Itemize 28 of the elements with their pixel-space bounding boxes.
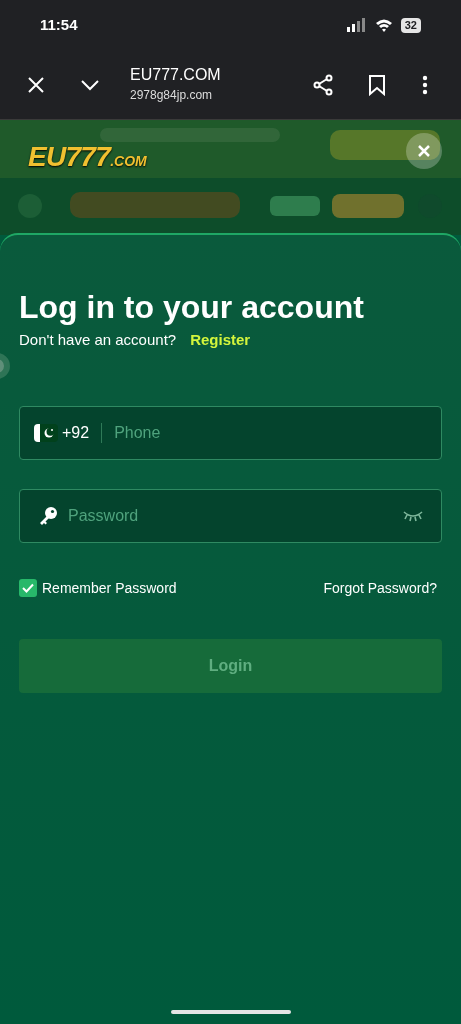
signal-icon bbox=[346, 18, 367, 32]
flag-icon bbox=[34, 423, 58, 442]
forgot-password-link[interactable]: Forgot Password? bbox=[323, 577, 437, 599]
share-icon bbox=[312, 73, 334, 96]
wifi-icon bbox=[374, 18, 393, 32]
country-code[interactable]: +92 bbox=[62, 420, 90, 445]
close-icon bbox=[27, 75, 45, 94]
chevron-down-icon bbox=[80, 78, 100, 91]
register-link[interactable]: Register bbox=[190, 329, 251, 352]
password-field[interactable]: Password bbox=[19, 488, 442, 543]
remember-label: Remember Password bbox=[42, 578, 177, 598]
status-time: 11:54 bbox=[40, 14, 78, 35]
bookmark-icon bbox=[368, 73, 386, 96]
phone-field[interactable]: +92 Phone bbox=[19, 405, 442, 460]
remember-checkbox[interactable] bbox=[19, 579, 37, 597]
battery-indicator: 32 bbox=[400, 17, 421, 33]
register-prompt: Don't have an account? bbox=[19, 330, 177, 350]
close-button[interactable] bbox=[406, 133, 442, 169]
phone-input[interactable]: Phone bbox=[114, 420, 427, 445]
page-title: EU777.COM bbox=[130, 64, 222, 85]
close-icon bbox=[417, 144, 431, 158]
page-url: 2978g84jp.com bbox=[130, 86, 214, 104]
key-icon bbox=[38, 505, 58, 526]
more-icon bbox=[422, 74, 428, 95]
login-title: Log in to your account bbox=[19, 288, 365, 327]
brand-logo: EU777.COM bbox=[28, 140, 147, 174]
eye-closed-icon[interactable] bbox=[403, 509, 423, 522]
password-input[interactable]: Password bbox=[68, 503, 403, 528]
